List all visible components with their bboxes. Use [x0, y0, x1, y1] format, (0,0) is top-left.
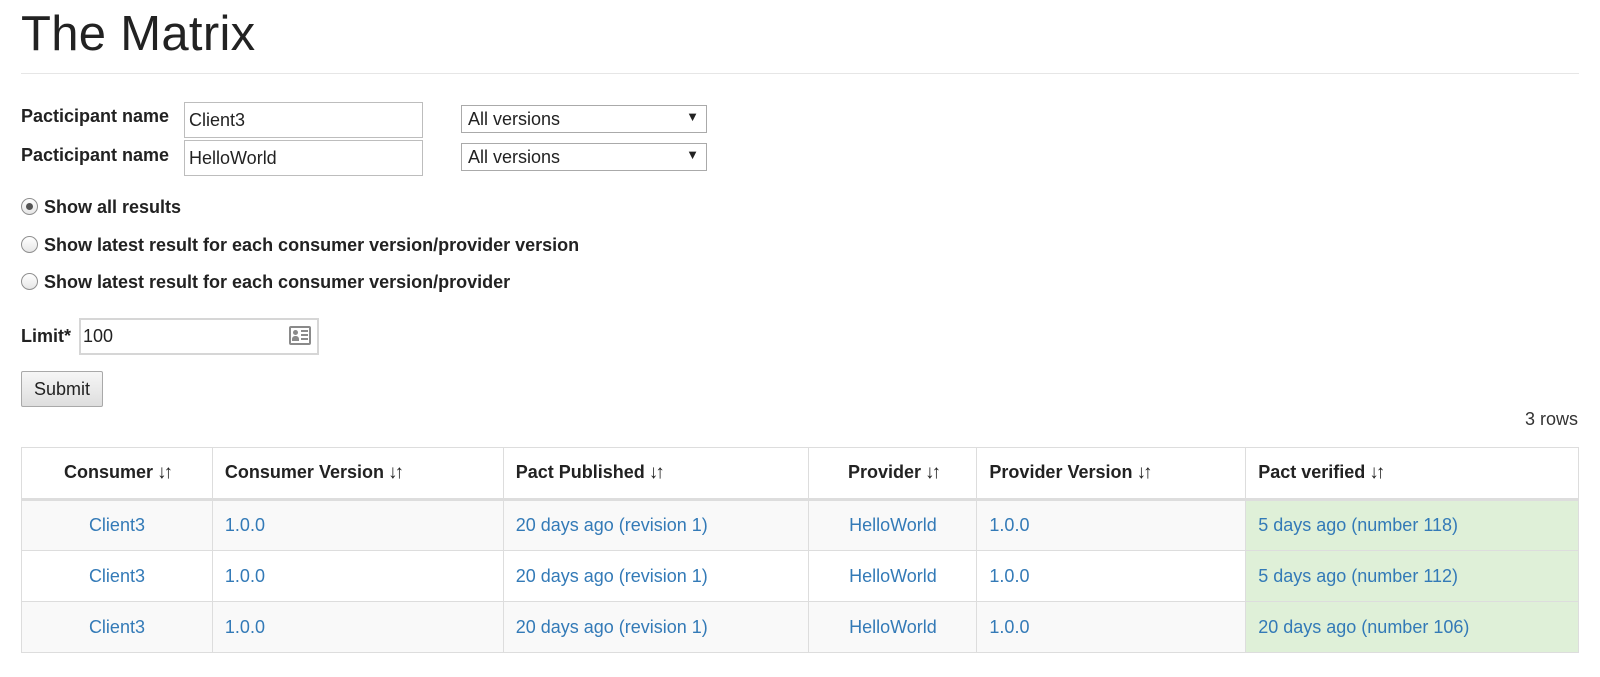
selected-version-1: All versions: [468, 109, 561, 129]
dropdown-arrow-icon: ▼: [686, 109, 699, 124]
contact-card-icon[interactable]: [289, 326, 311, 345]
provider-version-link[interactable]: 1.0.0: [989, 515, 1029, 535]
row-count: 3 rows: [1524, 409, 1578, 429]
table-header-row: Consumer ↓↑ Consumer Version ↓↑ Pact Publi…: [21, 447, 1579, 501]
participant-name-input-1[interactable]: [184, 102, 423, 138]
pact-verified-cell: 5 days ago (number 118): [1245, 499, 1579, 551]
pact-verified-cell: 5 days ago (number 112): [1245, 550, 1579, 602]
consumer-version-link[interactable]: 1.0.0: [225, 515, 265, 535]
participant-name-label-1: Pacticipant name: [21, 106, 170, 126]
page-title: The Matrix: [21, 7, 256, 61]
pact-verified-link[interactable]: 5 days ago (number 118): [1258, 515, 1458, 535]
limit-input[interactable]: [83, 323, 278, 350]
table-row: Client3 1.0.0 20 days ago (revision 1) H…: [21, 550, 1579, 602]
provider-version-link[interactable]: 1.0.0: [989, 617, 1029, 637]
matrix-table: Consumer ↓↑ Consumer Version ↓↑ Pact Publi…: [21, 447, 1579, 653]
provider-cell: HelloWorld: [808, 550, 978, 602]
provider-cell: HelloWorld: [808, 499, 978, 551]
radio-button[interactable]: [21, 236, 38, 253]
pact-published-cell: 20 days ago (revision 1): [502, 499, 810, 551]
participant-version-select-1[interactable]: All versions ▼: [461, 105, 707, 133]
pact-verified-cell: 20 days ago (number 106): [1245, 601, 1579, 653]
consumer-cell: Client3: [21, 499, 213, 551]
submit-button[interactable]: Submit: [21, 371, 103, 407]
table-row: Client3 1.0.0 20 days ago (revision 1) H…: [21, 601, 1579, 653]
provider-link[interactable]: HelloWorld: [849, 566, 937, 586]
participant-version-select-2[interactable]: All versions ▼: [461, 143, 707, 171]
consumer-version-cell: 1.0.0: [211, 550, 504, 602]
participant-name-label-2: Pacticipant name: [21, 145, 170, 165]
sort-icon[interactable]: ↓↑: [925, 462, 941, 483]
pact-published-cell: 20 days ago (revision 1): [502, 550, 810, 602]
radio-button[interactable]: [21, 273, 38, 290]
radio-label: Show latest result for each consumer ver…: [44, 272, 511, 292]
column-header-pact-published[interactable]: Pact Published ↓↑: [502, 447, 810, 501]
provider-link[interactable]: HelloWorld: [849, 515, 937, 535]
consumer-version-cell: 1.0.0: [211, 601, 504, 653]
pact-published-link[interactable]: 20 days ago (revision 1): [516, 617, 708, 637]
sort-icon[interactable]: ↓↑: [649, 462, 665, 483]
provider-version-cell: 1.0.0: [976, 499, 1247, 551]
consumer-version-link[interactable]: 1.0.0: [225, 566, 265, 586]
column-header-provider-version[interactable]: Provider Version ↓↑: [976, 447, 1247, 501]
consumer-version-cell: 1.0.0: [211, 499, 504, 551]
consumer-link[interactable]: Client3: [89, 617, 145, 637]
pact-published-cell: 20 days ago (revision 1): [502, 601, 810, 653]
consumer-version-link[interactable]: 1.0.0: [225, 617, 265, 637]
dropdown-arrow-icon: ▼: [686, 147, 699, 162]
provider-version-cell: 1.0.0: [976, 601, 1247, 653]
radio-button-checked[interactable]: [21, 198, 38, 215]
consumer-link[interactable]: Client3: [89, 515, 145, 535]
title-divider: [21, 73, 1579, 74]
column-header-pact-verified[interactable]: Pact verified ↓↑: [1245, 447, 1579, 501]
pact-published-link[interactable]: 20 days ago (revision 1): [516, 566, 708, 586]
provider-version-cell: 1.0.0: [976, 550, 1247, 602]
column-header-consumer-version[interactable]: Consumer Version ↓↑: [211, 447, 504, 501]
provider-version-link[interactable]: 1.0.0: [989, 566, 1029, 586]
column-header-provider[interactable]: Provider ↓↑: [808, 447, 978, 501]
consumer-cell: Client3: [21, 601, 213, 653]
table-row: Client3 1.0.0 20 days ago (revision 1) H…: [21, 499, 1579, 551]
consumer-link[interactable]: Client3: [89, 566, 145, 586]
provider-link[interactable]: HelloWorld: [849, 617, 937, 637]
radio-label: Show all results: [44, 197, 182, 217]
sort-icon[interactable]: ↓↑: [388, 462, 404, 483]
consumer-cell: Client3: [21, 550, 213, 602]
matrix-page: The Matrix Pacticipant name All versions…: [0, 0, 1600, 677]
provider-cell: HelloWorld: [808, 601, 978, 653]
radio-label: Show latest result for each consumer ver…: [44, 235, 580, 255]
participant-name-input-2[interactable]: [184, 140, 423, 176]
sort-icon[interactable]: ↓↑: [1136, 462, 1152, 483]
pact-published-link[interactable]: 20 days ago (revision 1): [516, 515, 708, 535]
pact-verified-link[interactable]: 20 days ago (number 106): [1258, 617, 1469, 637]
sort-icon[interactable]: ↓↑: [1369, 462, 1385, 483]
pact-verified-link[interactable]: 5 days ago (number 112): [1258, 566, 1458, 586]
limit-field[interactable]: [79, 318, 319, 355]
limit-label: Limit*: [21, 326, 72, 346]
selected-version-2: All versions: [468, 147, 561, 167]
column-header-consumer[interactable]: Consumer ↓↑: [21, 447, 213, 501]
sort-icon[interactable]: ↓↑: [157, 462, 173, 483]
